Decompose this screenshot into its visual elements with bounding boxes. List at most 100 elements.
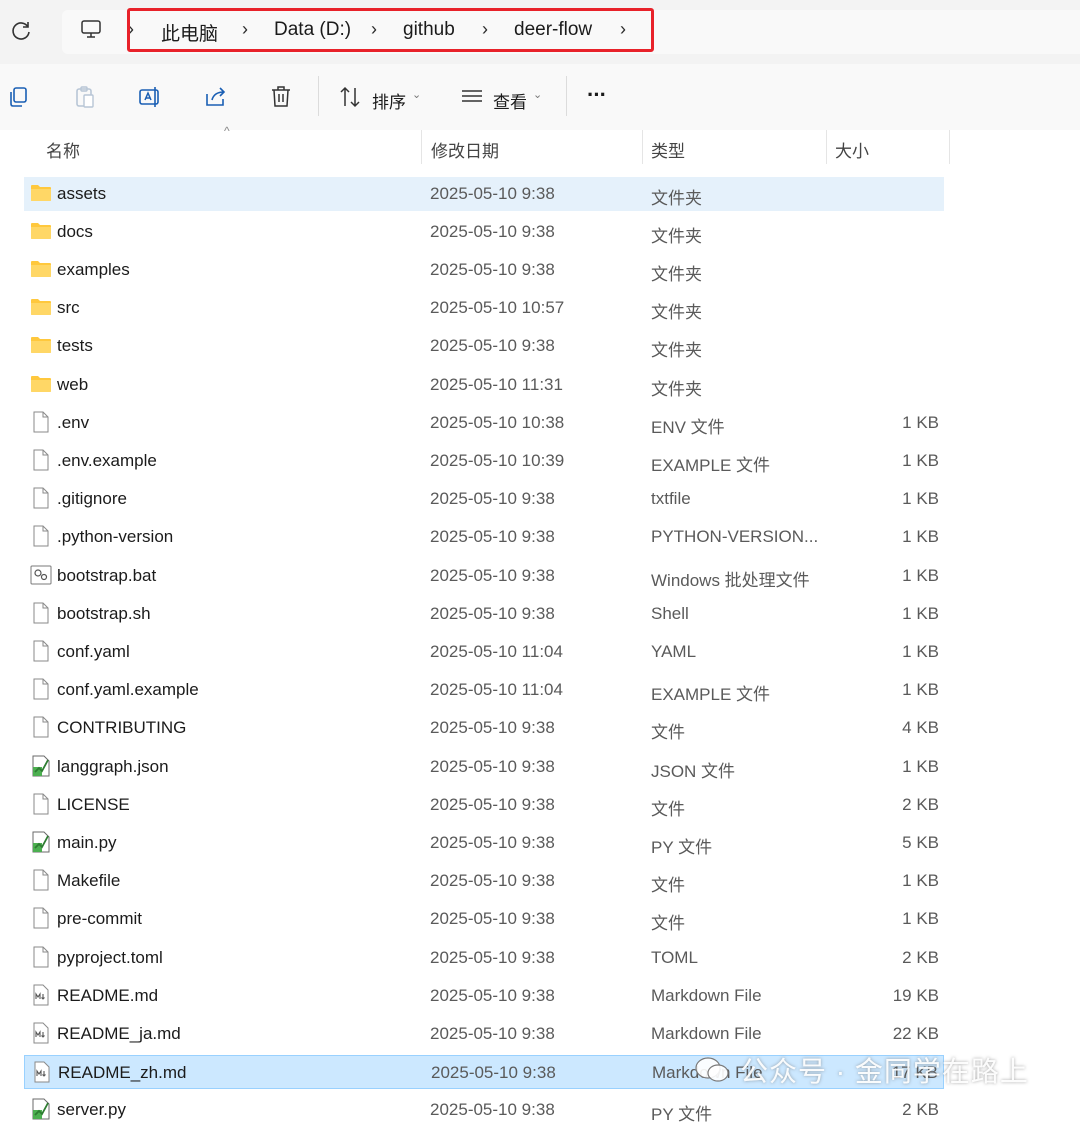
- file-row[interactable]: server.py 2025-05-10 9:38 PY 文件 2 KB: [24, 1093, 944, 1127]
- file-row[interactable]: .gitignore 2025-05-10 9:38 txtfile 1 KB: [24, 482, 944, 516]
- file-date: 2025-05-10 9:38: [430, 985, 555, 1005]
- column-header-type[interactable]: 类型: [651, 137, 685, 162]
- folder-icon: [30, 258, 52, 280]
- file-icon: [30, 525, 52, 547]
- file-name: conf.yaml.example: [57, 680, 199, 700]
- rename-icon[interactable]: [137, 84, 163, 110]
- file-date: 2025-05-10 9:38: [430, 565, 555, 585]
- chevron-down-icon[interactable]: ⌄: [412, 88, 421, 101]
- file-type: EXAMPLE 文件: [651, 685, 771, 705]
- toolbar-divider: [318, 76, 319, 116]
- file-date: 2025-05-10 9:38: [430, 794, 555, 814]
- file-date: 2025-05-10 9:38: [430, 336, 555, 356]
- file-row[interactable]: README.md 2025-05-10 9:38 Markdown File 19 …: [24, 979, 944, 1013]
- file-row[interactable]: .env.example 2025-05-10 10:39 EXAMPLE 文件 1 …: [24, 444, 944, 478]
- file-size: 1 KB: [902, 871, 939, 891]
- column-divider[interactable]: [826, 130, 827, 164]
- file-row[interactable]: docs 2025-05-10 9:38 文件夹: [24, 215, 944, 249]
- sort-ascending-icon: ^: [224, 124, 230, 138]
- file-type: Markdown File: [651, 1023, 762, 1043]
- script-file-icon: [30, 755, 52, 777]
- column-divider[interactable]: [421, 130, 422, 164]
- column-header-size[interactable]: 大小: [835, 137, 869, 162]
- column-header-date[interactable]: 修改日期: [431, 137, 499, 162]
- delete-icon[interactable]: [268, 84, 294, 110]
- file-row[interactable]: src 2025-05-10 10:57 文件夹: [24, 291, 944, 325]
- computer-icon[interactable]: [80, 18, 102, 40]
- file-type: PY 文件: [651, 837, 713, 857]
- file-row[interactable]: pyproject.toml 2025-05-10 9:38 TOML 2 KB: [24, 941, 944, 975]
- file-row[interactable]: langgraph.json 2025-05-10 9:38 JSON 文件 1 KB: [24, 750, 944, 784]
- copy-icon[interactable]: [6, 84, 32, 110]
- share-icon[interactable]: [203, 84, 229, 110]
- toolbar-divider: [566, 76, 567, 116]
- script-file-icon: [30, 831, 52, 853]
- file-type: YAML: [651, 641, 697, 661]
- file-type: Markdown File: [651, 985, 762, 1005]
- file-size: 2 KB: [902, 1100, 939, 1120]
- file-date: 2025-05-10 10:38: [430, 412, 565, 432]
- file-type: JSON 文件: [651, 761, 736, 781]
- file-type: Shell: [651, 603, 689, 623]
- file-type: 文件: [651, 914, 685, 934]
- file-row[interactable]: .python-version 2025-05-10 9:38 PYTHON-VER…: [24, 520, 944, 554]
- file-row[interactable]: README_ja.md 2025-05-10 9:38 Markdown File…: [24, 1017, 944, 1051]
- file-row[interactable]: Makefile 2025-05-10 9:38 文件 1 KB: [24, 864, 944, 898]
- file-row[interactable]: conf.yaml 2025-05-10 11:04 YAML 1 KB: [24, 635, 944, 669]
- file-size: 4 KB: [902, 718, 939, 738]
- view-button[interactable]: 查看: [493, 88, 527, 113]
- file-date: 2025-05-10 9:38: [430, 1023, 555, 1043]
- file-row[interactable]: tests 2025-05-10 9:38 文件夹: [24, 329, 944, 363]
- chevron-down-icon[interactable]: ⌄: [533, 88, 542, 101]
- column-divider[interactable]: [949, 130, 950, 164]
- file-date: 2025-05-10 11:04: [430, 680, 563, 700]
- sort-button[interactable]: 排序: [372, 88, 406, 113]
- file-row[interactable]: conf.yaml.example 2025-05-10 11:04 EXAMPLE…: [24, 673, 944, 707]
- file-type: 文件夹: [651, 264, 702, 284]
- file-date: 2025-05-10 10:57: [430, 298, 565, 318]
- breadcrumb-highlight-box: [127, 8, 654, 52]
- file-name: .env.example: [57, 450, 157, 470]
- file-row[interactable]: bootstrap.bat 2025-05-10 9:38 Windows 批处理文…: [24, 559, 944, 593]
- file-row[interactable]: web 2025-05-10 11:31 文件夹: [24, 368, 944, 402]
- file-size: 1 KB: [902, 565, 939, 585]
- file-row[interactable]: assets 2025-05-10 9:38 文件夹: [24, 176, 944, 211]
- file-size: 2 KB: [902, 947, 939, 967]
- file-name: LICENSE: [57, 794, 130, 814]
- file-name: .env: [57, 412, 90, 432]
- file-row[interactable]: main.py 2025-05-10 9:38 PY 文件 5 KB: [24, 826, 944, 860]
- file-name: server.py: [57, 1100, 126, 1120]
- file-type: TOML: [651, 947, 698, 967]
- file-size: 1 KB: [902, 450, 939, 470]
- sort-icon[interactable]: [338, 84, 364, 110]
- file-name: main.py: [57, 832, 117, 852]
- file-size: 19 KB: [892, 985, 939, 1005]
- view-icon[interactable]: [459, 84, 485, 110]
- more-options-button[interactable]: ···: [587, 82, 607, 108]
- file-size: 2 KB: [902, 794, 939, 814]
- batch-file-icon: [30, 564, 52, 586]
- file-size: 1 KB: [902, 909, 939, 929]
- file-name: Makefile: [57, 871, 121, 891]
- file-name: .python-version: [57, 527, 174, 547]
- file-row[interactable]: pre-commit 2025-05-10 9:38 文件 1 KB: [24, 902, 944, 936]
- column-divider[interactable]: [642, 130, 643, 164]
- file-row[interactable]: examples 2025-05-10 9:38 文件夹: [24, 253, 944, 287]
- file-row[interactable]: CONTRIBUTING 2025-05-10 9:38 文件 4 KB: [24, 711, 944, 745]
- file-type: 文件夹: [651, 303, 702, 323]
- file-icon: [30, 793, 52, 815]
- file-row[interactable]: bootstrap.sh 2025-05-10 9:38 Shell 1 KB: [24, 597, 944, 631]
- refresh-icon[interactable]: [8, 18, 34, 44]
- file-name: CONTRIBUTING: [57, 718, 187, 738]
- file-row[interactable]: LICENSE 2025-05-10 9:38 文件 2 KB: [24, 788, 944, 822]
- file-row[interactable]: .env 2025-05-10 10:38 ENV 文件 1 KB: [24, 406, 944, 440]
- file-type: 文件夹: [651, 341, 702, 361]
- paste-icon[interactable]: [72, 84, 98, 110]
- column-header-name[interactable]: 名称: [46, 137, 80, 162]
- file-type: 文件夹: [651, 379, 702, 399]
- wechat-icon: [695, 1057, 729, 1082]
- file-date: 2025-05-10 9:38: [430, 832, 555, 852]
- file-type: 文件: [651, 876, 685, 896]
- watermark-text: 公众号 · 金同学在路上: [740, 1056, 1029, 1087]
- file-size: 1 KB: [902, 412, 939, 432]
